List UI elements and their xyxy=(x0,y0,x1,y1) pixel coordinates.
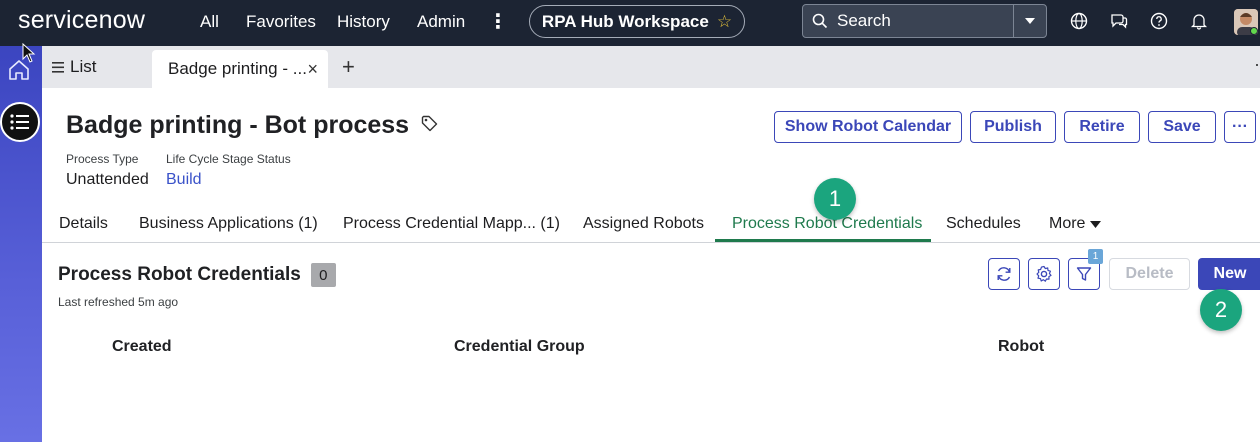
related-tabs: Details Business Applications (1) Proces… xyxy=(42,203,1260,243)
tab-more-label: More xyxy=(1049,215,1086,232)
step-marker-1: 1 xyxy=(814,178,856,220)
chevron-down-icon xyxy=(1025,18,1035,24)
notifications-bell-icon[interactable] xyxy=(1190,12,1210,32)
tab-list-label: List xyxy=(70,57,97,76)
search-input[interactable]: Search xyxy=(837,11,1013,31)
publish-button[interactable]: Publish xyxy=(970,111,1056,143)
tab-business-applications[interactable]: Business Applications (1) xyxy=(139,215,318,233)
record-title-row: Badge printing - Bot process xyxy=(66,111,438,140)
tab-overflow-icon[interactable]: · xyxy=(1254,54,1260,75)
lifecycle-stage-value[interactable]: Build xyxy=(166,171,202,189)
tab-list[interactable]: List xyxy=(52,57,96,77)
tab-badge-printing[interactable]: Badge printing - ... × xyxy=(152,50,328,88)
new-button[interactable]: New xyxy=(1198,258,1260,290)
column-header-robot[interactable]: Robot xyxy=(998,338,1044,356)
tab-badge-printing-label: Badge printing - ... xyxy=(168,59,307,78)
caret-down-icon xyxy=(1090,220,1102,228)
related-list-title: Process Robot Credentials xyxy=(58,264,301,285)
tab-more[interactable]: More xyxy=(1049,215,1102,233)
nav-more-icon[interactable]: ⋮ xyxy=(488,9,508,34)
list-menu-icon[interactable] xyxy=(0,102,40,142)
tab-process-credential-mapping[interactable]: Process Credential Mapp... (1) xyxy=(343,215,560,233)
column-header-credential-group[interactable]: Credential Group xyxy=(454,338,585,356)
servicenow-logo[interactable]: servicenow xyxy=(18,6,145,35)
process-type-value: Unattended xyxy=(66,171,149,188)
save-button[interactable]: Save xyxy=(1148,111,1216,143)
workspace-pill[interactable]: RPA Hub Workspace ☆ xyxy=(529,5,745,38)
search-scope-dropdown[interactable] xyxy=(1013,5,1046,37)
nav-favorites[interactable]: Favorites xyxy=(246,12,316,32)
workspace-tab-strip: List Badge printing - ... × + · xyxy=(42,46,1260,88)
retire-button[interactable]: Retire xyxy=(1064,111,1140,143)
mouse-cursor-icon xyxy=(22,42,36,68)
left-rail xyxy=(0,46,42,442)
nav-admin[interactable]: Admin xyxy=(417,12,465,32)
record-count-badge: 0 xyxy=(310,263,336,287)
globe-icon[interactable] xyxy=(1070,12,1090,32)
step-marker-2: 2 xyxy=(1200,289,1242,331)
global-search[interactable]: Search xyxy=(802,4,1047,38)
show-robot-calendar-button[interactable]: Show Robot Calendar xyxy=(774,111,962,143)
tab-schedules[interactable]: Schedules xyxy=(946,215,1021,233)
last-refreshed-text: Last refreshed 5m ago xyxy=(58,295,179,309)
search-icon xyxy=(803,13,837,29)
help-icon[interactable] xyxy=(1150,12,1170,32)
filter-count-badge: 1 xyxy=(1088,249,1103,264)
nav-history[interactable]: History xyxy=(337,12,390,32)
refresh-button[interactable] xyxy=(988,258,1020,290)
page-title: Badge printing - Bot process xyxy=(66,111,410,139)
tab-assigned-robots[interactable]: Assigned Robots xyxy=(583,215,704,233)
gear-icon xyxy=(1036,265,1052,282)
star-icon[interactable]: ☆ xyxy=(717,12,732,32)
online-status-dot xyxy=(1250,27,1258,35)
workspace-label: RPA Hub Workspace xyxy=(541,11,709,31)
close-icon[interactable]: × xyxy=(307,59,318,80)
column-header-created[interactable]: Created xyxy=(112,338,172,356)
list-lines-icon xyxy=(52,61,64,73)
active-tab-underline xyxy=(715,239,931,242)
refresh-icon xyxy=(997,267,1011,281)
add-tab-icon[interactable]: + xyxy=(342,54,355,80)
tag-icon[interactable] xyxy=(421,115,438,137)
more-actions-button[interactable]: ··· xyxy=(1224,111,1256,143)
lifecycle-stage-label: Life Cycle Stage Status xyxy=(166,152,291,166)
tab-details[interactable]: Details xyxy=(59,215,108,233)
related-list-header: Process Robot Credentials 0 xyxy=(58,263,336,287)
funnel-icon xyxy=(1076,267,1092,281)
top-navigation-bar: servicenow All Favorites History Admin ⋮… xyxy=(0,0,1260,46)
settings-button[interactable] xyxy=(1028,258,1060,290)
user-avatar[interactable] xyxy=(1234,9,1258,35)
nav-all[interactable]: All xyxy=(200,12,219,32)
process-type-label: Process Type xyxy=(66,152,139,166)
chat-icon[interactable] xyxy=(1110,12,1130,32)
delete-button[interactable]: Delete xyxy=(1109,258,1190,290)
